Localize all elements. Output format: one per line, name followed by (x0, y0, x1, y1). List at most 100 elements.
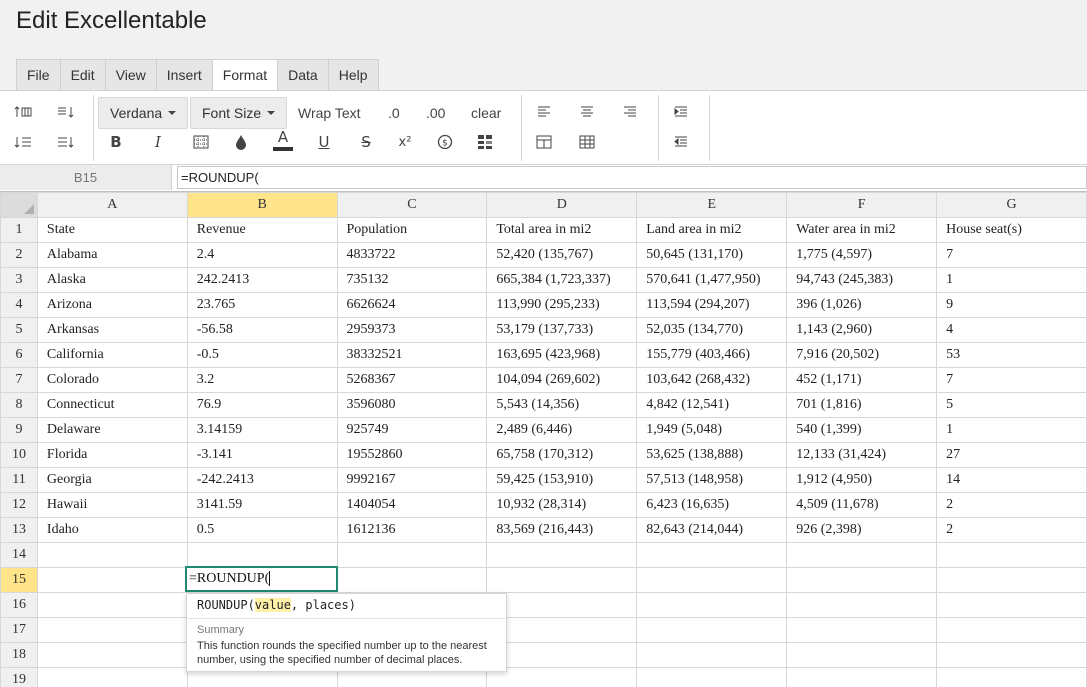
cell-d12[interactable]: 10,932 (28,314) (486, 492, 638, 518)
align-right-button[interactable] (615, 99, 645, 125)
cell-a15[interactable] (36, 567, 188, 593)
cell-c3[interactable]: 735132 (336, 267, 488, 293)
delete-row-icon[interactable] (8, 129, 38, 155)
table-grid-button[interactable] (572, 129, 602, 155)
cell-d5[interactable]: 53,179 (137,733) (486, 317, 638, 343)
cell-f17[interactable] (786, 617, 938, 643)
cell-b12[interactable]: 3141.59 (186, 492, 338, 518)
column-header-f[interactable]: F (786, 192, 938, 218)
outdent-button[interactable] (666, 129, 696, 155)
row-header-14[interactable]: 14 (0, 542, 38, 568)
formula-input[interactable]: =ROUNDUP( (177, 166, 1087, 189)
cell-g6[interactable]: 53 (936, 342, 1087, 368)
cell-f8[interactable]: 701 (1,816) (786, 392, 938, 418)
borders-button[interactable] (186, 129, 216, 155)
cell-e7[interactable]: 103,642 (268,432) (636, 367, 788, 393)
cell-b11[interactable]: -242.2413 (186, 467, 338, 493)
cell-a6[interactable]: California (36, 342, 188, 368)
cell-d15[interactable] (486, 567, 638, 593)
cell-b13[interactable]: 0.5 (186, 517, 338, 543)
merge-cells-button[interactable] (529, 129, 559, 155)
cell-g2[interactable]: 7 (936, 242, 1087, 268)
cell-f4[interactable]: 396 (1,026) (786, 292, 938, 318)
cell-d1[interactable]: Total area in mi2 (486, 217, 638, 243)
cell-e1[interactable]: Land area in mi2 (636, 217, 788, 243)
fill-color-button[interactable] (226, 129, 256, 155)
cell-a2[interactable]: Alabama (36, 242, 188, 268)
cell-c4[interactable]: 6626624 (336, 292, 488, 318)
cell-c8[interactable]: 3596080 (336, 392, 488, 418)
cell-e11[interactable]: 57,513 (148,958) (636, 467, 788, 493)
cell-a16[interactable] (36, 592, 188, 618)
cell-a13[interactable]: Idaho (36, 517, 188, 543)
cell-d14[interactable] (486, 542, 638, 568)
column-header-d[interactable]: D (486, 192, 638, 218)
column-header-b[interactable]: B (186, 192, 338, 218)
cell-d16[interactable] (486, 592, 638, 618)
cell-a18[interactable] (36, 642, 188, 668)
row-header-5[interactable]: 5 (0, 317, 38, 343)
row-header-4[interactable]: 4 (0, 292, 38, 318)
row-header-13[interactable]: 13 (0, 517, 38, 543)
cell-g5[interactable]: 4 (936, 317, 1087, 343)
cell-g14[interactable] (936, 542, 1087, 568)
menu-edit[interactable]: Edit (61, 60, 106, 90)
text-color-button[interactable]: A (268, 127, 298, 153)
cell-g18[interactable] (936, 642, 1087, 668)
row-header-12[interactable]: 12 (0, 492, 38, 518)
cell-c5[interactable]: 2959373 (336, 317, 488, 343)
cell-e17[interactable] (636, 617, 788, 643)
cell-f2[interactable]: 1,775 (4,597) (786, 242, 938, 268)
cell-e15[interactable] (636, 567, 788, 593)
row-header-3[interactable]: 3 (0, 267, 38, 293)
cell-c2[interactable]: 4833722 (336, 242, 488, 268)
cell-f5[interactable]: 1,143 (2,960) (786, 317, 938, 343)
cell-c6[interactable]: 38332521 (336, 342, 488, 368)
row-header-8[interactable]: 8 (0, 392, 38, 418)
cell-e3[interactable]: 570,641 (1,477,950) (636, 267, 788, 293)
cell-c11[interactable]: 9992167 (336, 467, 488, 493)
cell-a1[interactable]: State (36, 217, 188, 243)
column-header-c[interactable]: C (336, 192, 488, 218)
cell-g4[interactable]: 9 (936, 292, 1087, 318)
cell-g9[interactable]: 1 (936, 417, 1087, 443)
cell-e6[interactable]: 155,779 (403,466) (636, 342, 788, 368)
cell-b10[interactable]: -3.141 (186, 442, 338, 468)
cell-c7[interactable]: 5268367 (336, 367, 488, 393)
decrease-decimals-button[interactable]: .0 (388, 103, 400, 123)
superscript-button[interactable]: x² (390, 129, 420, 155)
font-family-dropdown[interactable]: Verdana (98, 97, 189, 129)
cell-g11[interactable]: 14 (936, 467, 1087, 493)
cell-f18[interactable] (786, 642, 938, 668)
cell-c13[interactable]: 1612136 (336, 517, 488, 543)
menu-help[interactable]: Help (329, 60, 378, 90)
row-header-17[interactable]: 17 (0, 617, 38, 643)
clear-format-button[interactable]: clear (471, 103, 501, 123)
cell-g12[interactable]: 2 (936, 492, 1087, 518)
cell-e14[interactable] (636, 542, 788, 568)
row-header-18[interactable]: 18 (0, 642, 38, 668)
cell-c15[interactable] (336, 567, 488, 593)
cell-a7[interactable]: Colorado (36, 367, 188, 393)
row-header-16[interactable]: 16 (0, 592, 38, 618)
menu-file[interactable]: File (17, 60, 61, 90)
column-header-a[interactable]: A (36, 192, 188, 218)
cell-g7[interactable]: 7 (936, 367, 1087, 393)
cell-a5[interactable]: Arkansas (36, 317, 188, 343)
cell-g15[interactable] (936, 567, 1087, 593)
cell-b9[interactable]: 3.14159 (186, 417, 338, 443)
menu-format[interactable]: Format (212, 60, 279, 90)
cell-e9[interactable]: 1,949 (5,048) (636, 417, 788, 443)
cell-f19[interactable] (786, 667, 938, 687)
cell-e16[interactable] (636, 592, 788, 618)
cell-a14[interactable] (36, 542, 188, 568)
bold-button[interactable]: B (101, 129, 131, 155)
row-header-2[interactable]: 2 (0, 242, 38, 268)
cell-e13[interactable]: 82,643 (214,044) (636, 517, 788, 543)
cell-c12[interactable]: 1404054 (336, 492, 488, 518)
menu-data[interactable]: Data (278, 60, 329, 90)
cell-d3[interactable]: 665,384 (1,723,337) (486, 267, 638, 293)
cell-g17[interactable] (936, 617, 1087, 643)
cell-b8[interactable]: 76.9 (186, 392, 338, 418)
cell-a12[interactable]: Hawaii (36, 492, 188, 518)
